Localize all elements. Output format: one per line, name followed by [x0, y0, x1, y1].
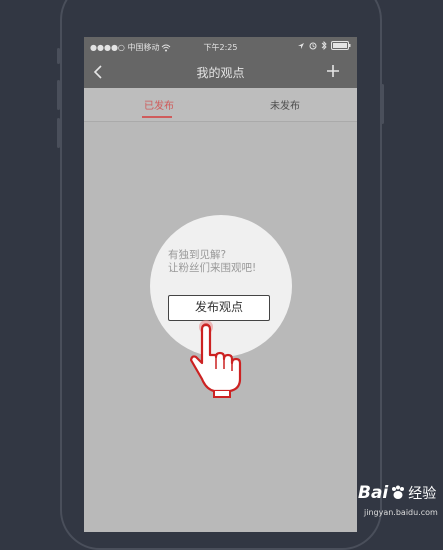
- volume-down-button: [57, 118, 60, 148]
- baidu-jingyan-watermark: Bai 经验 jingyan.baidu.com: [352, 475, 442, 527]
- location-icon: [298, 42, 304, 49]
- empty-state-prompt: 有独到见解? 让粉丝们来围观吧!: [168, 249, 256, 275]
- mute-switch: [57, 48, 60, 64]
- battery-icon: [331, 41, 351, 50]
- tab-bar: 已发布 未发布: [84, 88, 357, 122]
- paw-icon: [392, 485, 405, 499]
- publish-opinion-button[interactable]: 发布观点: [168, 295, 270, 321]
- plus-icon[interactable]: [326, 64, 340, 78]
- volume-up-button: [57, 80, 60, 110]
- tab-unpublished[interactable]: 未发布: [270, 97, 300, 112]
- prompt-line-1: 有独到见解?: [168, 249, 227, 261]
- watermark-brand-suffix: 经验: [408, 486, 437, 502]
- status-bar: ●●●●○ 中国移动 下午2:25: [84, 37, 357, 56]
- pointing-hand-cursor-icon: [190, 320, 242, 398]
- power-button: [381, 84, 384, 124]
- nav-bar: 我的观点: [84, 56, 357, 88]
- bluetooth-icon: [321, 41, 327, 50]
- watermark-url: jingyan.baidu.com: [364, 508, 438, 517]
- watermark-brand: Bai: [358, 483, 389, 503]
- page-title: 我的观点: [196, 66, 245, 80]
- phone-screen: ●●●●○ 中国移动 下午2:25 我的观点 已发布 未发布 有独到见解? 让粉…: [84, 37, 357, 532]
- alarm-icon: [309, 42, 317, 49]
- tab-published[interactable]: 已发布: [144, 97, 174, 112]
- prompt-line-2: 让粉丝们来围观吧!: [168, 262, 257, 274]
- active-tab-indicator: [142, 116, 172, 118]
